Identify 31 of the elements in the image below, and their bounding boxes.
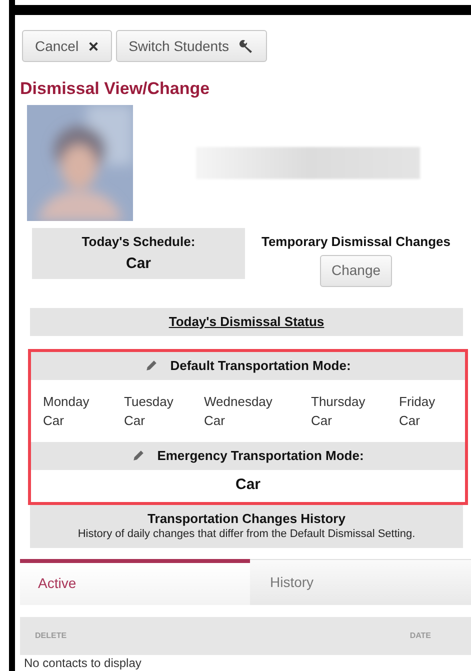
day-mode: Car — [311, 412, 332, 430]
pencil-icon[interactable] — [132, 449, 146, 462]
day-name: Tuesday — [124, 392, 174, 410]
temporary-changes-label: Temporary Dismissal Changes — [261, 233, 451, 251]
page-title: Dismissal View/Change — [19, 78, 210, 100]
change-button[interactable]: Change — [320, 254, 392, 286]
history-description: History of daily changes that differ from the Default Dismissal Setting. — [78, 526, 416, 542]
day-mode: Car — [204, 412, 225, 430]
emergency-mode-value: Car — [235, 475, 260, 496]
schedule-label: Today's Schedule: — [82, 232, 196, 251]
tab[interactable]: History — [250, 558, 471, 604]
default-mode-title: Default Transportation Mode: — [170, 356, 351, 375]
empty-message: No contacts to display — [24, 656, 142, 670]
cancel-button[interactable]: Cancel — [22, 30, 112, 62]
wrench-icon — [238, 38, 254, 54]
close-icon — [88, 40, 99, 52]
day-name: Thursday — [311, 392, 366, 410]
day-mode: Car — [43, 412, 64, 430]
schedule-value: Car — [126, 254, 151, 274]
emergency-mode-title: Emergency Transportation Mode: — [157, 446, 364, 465]
switch-students-button[interactable]: Switch Students — [116, 30, 267, 62]
day-mode: Car — [399, 412, 420, 430]
day-name: Monday — [43, 392, 90, 410]
day-name: Wednesday — [204, 392, 272, 410]
day-name: Friday — [399, 392, 436, 410]
pencil-icon[interactable] — [145, 359, 158, 372]
column-header: DATE — [410, 630, 431, 642]
history-title: Transportation Changes History — [148, 510, 346, 526]
tab[interactable]: Active — [20, 558, 250, 604]
day-mode: Car — [124, 412, 145, 430]
column-header: DELETE — [35, 630, 67, 642]
